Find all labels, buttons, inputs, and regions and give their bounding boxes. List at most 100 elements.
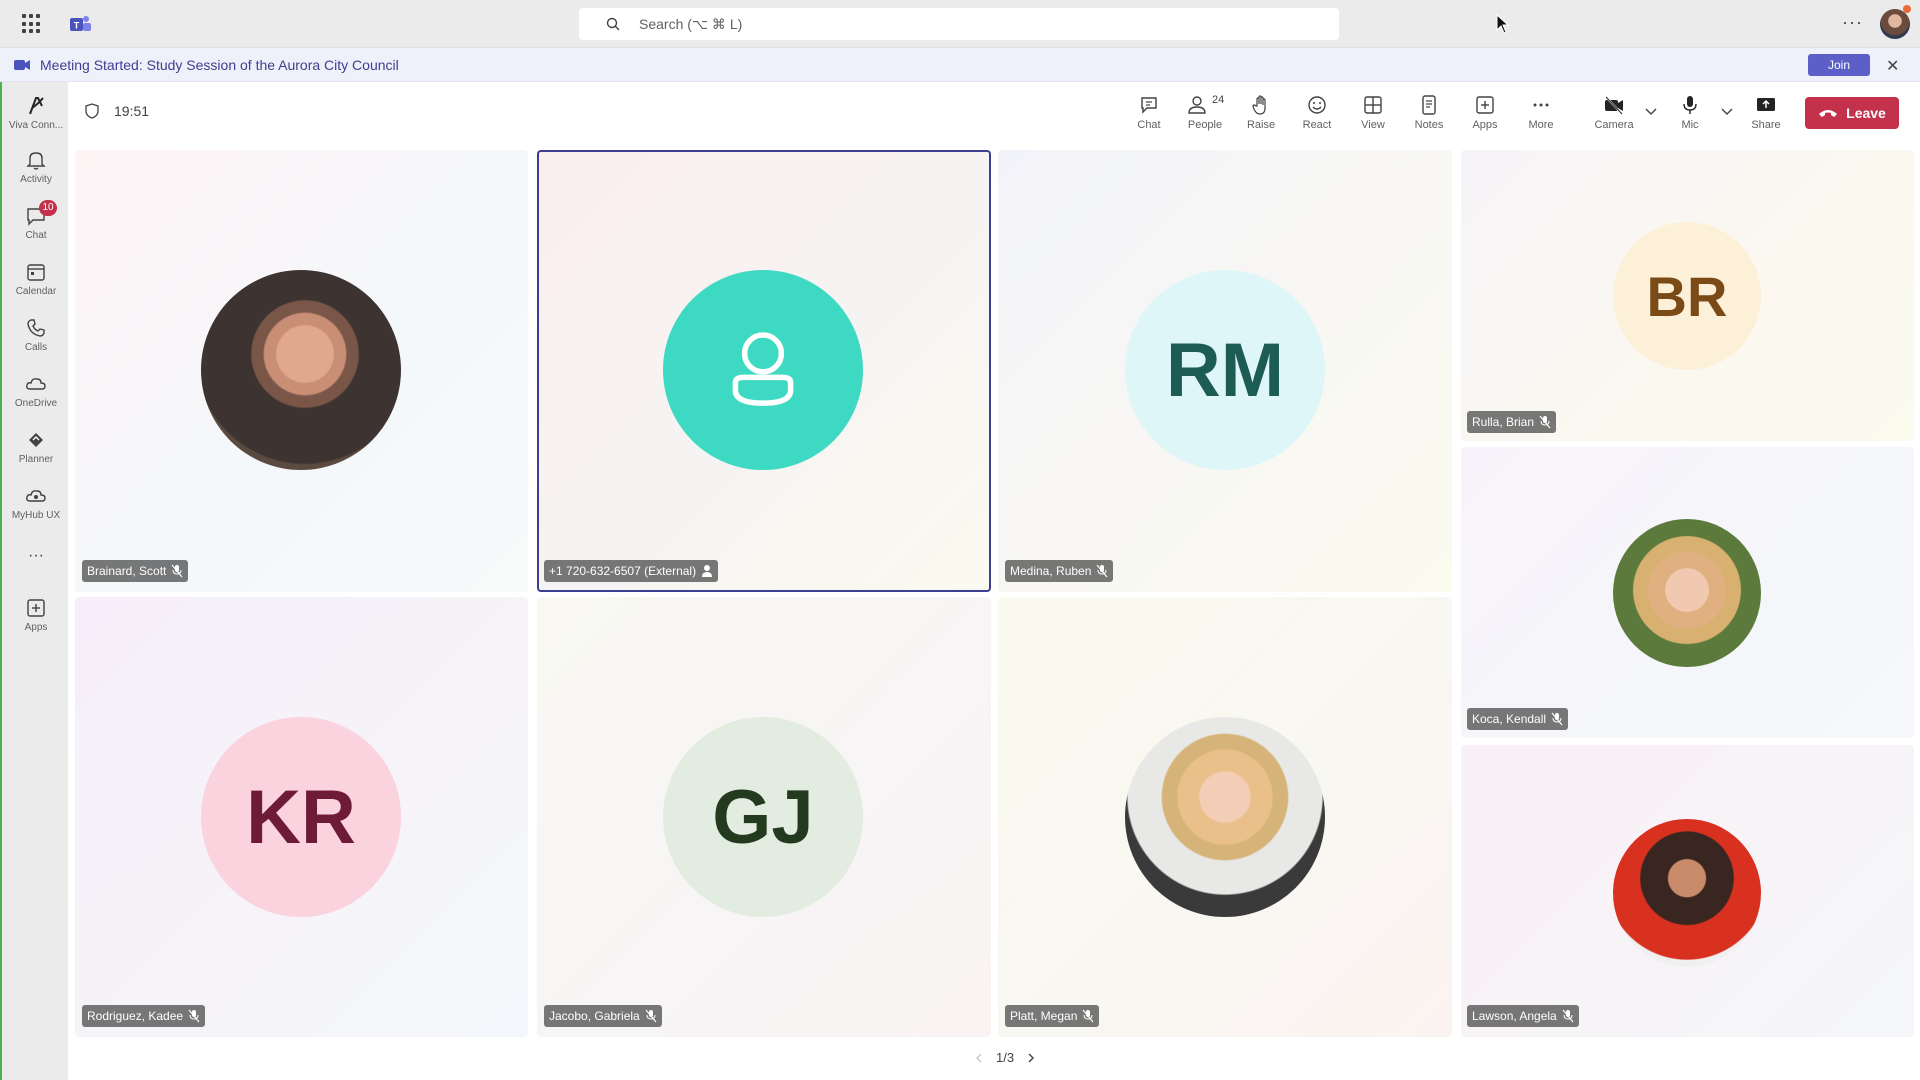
nametag: Medina, Ruben <box>1005 560 1114 582</box>
apps-label: Apps <box>1472 119 1498 131</box>
ellipsis-icon <box>1533 103 1549 107</box>
nametag: Lawson, Angela <box>1467 1005 1579 1027</box>
participant-tile-medina[interactable]: RM Medina, Ruben <box>998 150 1452 592</box>
rail-label: Calendar <box>15 286 57 297</box>
grid-view-icon <box>1364 96 1382 114</box>
share-screen-icon <box>1757 98 1775 111</box>
muted-mic-icon <box>171 564 183 578</box>
muted-mic-icon <box>1562 1009 1574 1023</box>
phone-icon <box>27 319 45 337</box>
muted-mic-icon <box>1082 1009 1094 1023</box>
more-label: More <box>1528 119 1554 131</box>
participant-tile-jacobo[interactable]: GJ Jacobo, Gabriela <box>537 597 991 1037</box>
close-banner-icon[interactable]: ✕ <box>1886 56 1899 76</box>
chat-button[interactable]: Chat <box>1122 92 1176 131</box>
rail-item-planner[interactable]: Planner <box>2 428 70 478</box>
app-rail: Viva Conn... Activity 10 Chat Calendar C… <box>0 82 68 1080</box>
banner-text: Meeting Started: Study Session of the Au… <box>40 57 399 73</box>
meeting-timer: 19:51 <box>84 103 149 119</box>
mic-options-chevron-icon[interactable] <box>1721 108 1733 116</box>
rail-item-calls[interactable]: Calls <box>2 316 70 366</box>
view-button[interactable]: View <box>1346 92 1400 131</box>
prev-page-icon[interactable] <box>974 1053 984 1063</box>
participant-photo-koca <box>1613 519 1761 667</box>
viva-icon <box>29 97 44 115</box>
add-app-icon <box>1476 96 1494 114</box>
participant-tile-rulla[interactable]: BR Rulla, Brian <box>1461 150 1914 441</box>
more-actions-button[interactable]: More <box>1514 92 1568 131</box>
page-indicator: 1/3 <box>996 1050 1015 1065</box>
microphone-icon <box>1683 96 1697 114</box>
planner-icon <box>29 433 43 447</box>
leave-button[interactable]: Leave <box>1805 97 1899 129</box>
next-page-icon[interactable] <box>1026 1053 1036 1063</box>
rail-item-apps[interactable]: Apps <box>2 596 70 646</box>
rail-item-myhub[interactable]: MyHub UX <box>2 484 70 534</box>
participant-tile-koca[interactable]: Koca, Kendall <box>1461 447 1914 738</box>
nametag: Platt, Megan <box>1005 1005 1100 1027</box>
participant-tile-external[interactable]: +1 720-632-6507 (External) <box>537 150 991 592</box>
camera-button[interactable]: Camera <box>1587 92 1641 131</box>
muted-mic-icon <box>1096 564 1108 578</box>
join-button[interactable]: Join <box>1808 54 1870 76</box>
rail-item-chat[interactable]: 10 Chat <box>2 200 70 254</box>
participant-photo-brainard <box>201 270 401 470</box>
nametag: Jacobo, Gabriela <box>544 1005 662 1027</box>
nametag: Rulla, Brian <box>1467 411 1557 433</box>
app-launcher-icon[interactable] <box>22 14 42 34</box>
rail-item-onedrive[interactable]: OneDrive <box>2 372 70 422</box>
rail-label: Apps <box>24 622 48 633</box>
rail-item-viva[interactable]: Viva Conn... <box>2 94 70 144</box>
react-label: React <box>1302 119 1332 131</box>
add-apps-icon <box>27 599 45 617</box>
share-label: Share <box>1751 119 1781 131</box>
participant-tile-lawson[interactable]: Lawson, Angela <box>1461 745 1914 1037</box>
more-icon: ··· <box>28 547 44 564</box>
meeting-started-banner: Meeting Started: Study Session of the Au… <box>0 48 1920 82</box>
rail-item-calendar[interactable]: Calendar <box>2 260 70 310</box>
chat-unread-badge: 10 <box>39 200 57 216</box>
camera-label: Camera <box>1594 119 1634 131</box>
notes-label: Notes <box>1414 119 1444 131</box>
teams-logo-icon: T <box>70 16 91 31</box>
participant-avatar-external <box>663 270 863 470</box>
rail-item-more[interactable]: ··· <box>2 544 70 594</box>
muted-mic-icon <box>645 1009 657 1023</box>
participant-tile-platt[interactable]: Platt, Megan <box>998 597 1452 1037</box>
profile-avatar[interactable] <box>1880 9 1910 39</box>
participant-tile-brainard[interactable]: Brainard, Scott <box>75 150 528 592</box>
hang-up-icon <box>1819 110 1838 117</box>
participant-avatar-rulla: BR <box>1613 222 1761 370</box>
people-button[interactable]: 24 People <box>1178 92 1232 131</box>
rail-label: Chat <box>25 230 47 241</box>
nametag: Rodriguez, Kadee <box>82 1005 206 1027</box>
react-button[interactable]: React <box>1290 92 1344 131</box>
nametag: Brainard, Scott <box>82 560 189 582</box>
nametag: +1 720-632-6507 (External) <box>544 560 719 582</box>
rail-label: Planner <box>18 454 54 465</box>
raise-hand-button[interactable]: Raise <box>1234 92 1288 131</box>
muted-mic-icon <box>1551 712 1563 726</box>
search-box[interactable]: Search (⌥ ⌘ L) <box>579 8 1339 40</box>
mic-button[interactable]: Mic <box>1663 92 1717 131</box>
camera-options-chevron-icon[interactable] <box>1645 108 1657 116</box>
people-label: People <box>1187 119 1223 131</box>
rail-label: Calls <box>24 342 48 353</box>
raise-label: Raise <box>1246 119 1276 131</box>
participant-avatar-rodriguez: KR <box>201 717 401 917</box>
notes-button[interactable]: Notes <box>1402 92 1456 131</box>
rail-item-activity[interactable]: Activity <box>2 148 70 198</box>
mic-label: Mic <box>1681 119 1699 131</box>
search-placeholder: Search (⌥ ⌘ L) <box>639 15 743 32</box>
smiley-icon <box>1308 96 1326 114</box>
shield-icon <box>85 103 99 119</box>
cloud-icon <box>26 378 46 390</box>
rail-label: MyHub UX <box>11 510 61 521</box>
hub-icon <box>26 490 46 502</box>
share-button[interactable]: Share <box>1739 92 1793 131</box>
participant-tile-rodriguez[interactable]: KR Rodriguez, Kadee <box>75 597 528 1037</box>
apps-button[interactable]: Apps <box>1458 92 1512 131</box>
svg-text:T: T <box>74 21 80 31</box>
settings-more-icon[interactable]: ··· <box>1842 12 1863 33</box>
search-icon <box>606 17 620 31</box>
